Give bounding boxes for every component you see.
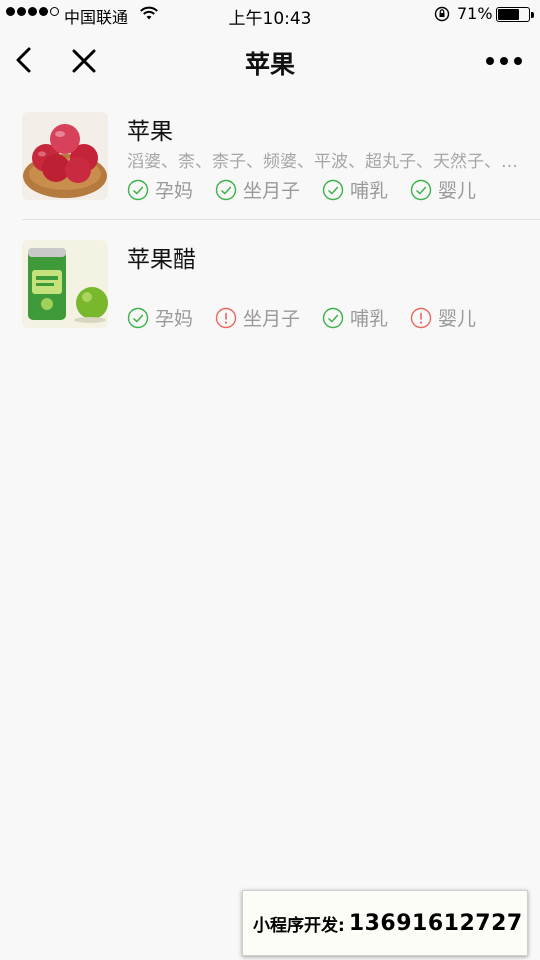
food-list: 苹果 滔婆、柰、柰子、频婆、平波、超丸子、天然子、智慧果 孕妈 坐月子 哺乳 婴… [0,92,540,348]
tag-pregnant: 孕妈 [127,176,193,203]
check-circle-icon [410,179,432,200]
check-circle-icon [322,179,344,200]
suitability-tags: 孕妈 坐月子 哺乳 婴儿 [127,176,498,203]
tag-pregnant: 孕妈 [127,304,193,331]
tag-confinement: 坐月子 [215,304,300,331]
tag-breastfeeding: 哺乳 [322,304,388,331]
tag-label: 孕妈 [155,180,194,202]
list-item[interactable]: 苹果醋 孕妈 坐月子 哺乳 婴儿 [0,220,540,348]
tag-label: 孕妈 [155,308,194,330]
warning-circle-icon [215,307,237,328]
more-options-icon[interactable] [486,54,522,68]
food-name: 苹果醋 [127,247,196,273]
food-aliases: 滔婆、柰、柰子、频婆、平波、超丸子、天然子、智慧果 [127,152,519,172]
orientation-lock-icon [434,6,450,22]
tag-infant: 婴儿 [410,176,476,203]
list-item[interactable]: 苹果 滔婆、柰、柰子、频婆、平波、超丸子、天然子、智慧果 孕妈 坐月子 哺乳 婴… [0,92,540,220]
tag-label: 哺乳 [350,180,389,202]
tag-infant: 婴儿 [410,304,476,331]
developer-contact-banner: 小程序开发: 13691612727 [242,890,528,956]
tag-label: 哺乳 [350,308,389,330]
tag-breastfeeding: 哺乳 [322,176,388,203]
tag-label: 坐月子 [243,180,301,202]
food-name: 苹果 [127,119,173,145]
page-title: 苹果 [244,50,295,79]
banner-phone: 13691612727 [348,910,523,936]
check-circle-icon [215,179,237,200]
warning-circle-icon [410,307,432,328]
battery-percentage: 71% [457,4,493,23]
navigation-bar: 苹果 [0,30,540,92]
tag-label: 坐月子 [243,308,301,330]
apple-image [22,112,108,200]
check-circle-icon [322,307,344,328]
banner-label: 小程序开发: [253,915,345,936]
status-bar: 中国联通 上午10:43 71% [0,0,540,30]
tag-label: 婴儿 [438,180,477,202]
check-circle-icon [127,307,149,328]
battery-icon [496,7,534,22]
tag-confinement: 坐月子 [215,176,300,203]
suitability-tags: 孕妈 坐月子 哺乳 婴儿 [127,304,498,331]
check-circle-icon [127,179,149,200]
tag-label: 婴儿 [438,308,477,330]
apple-vinegar-image [22,240,108,328]
